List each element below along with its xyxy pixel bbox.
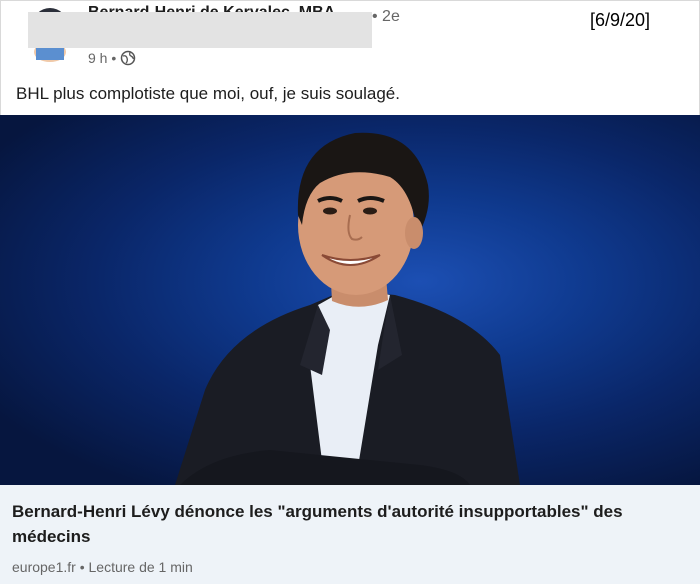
article-card[interactable]: Bernard-Henri Lévy dénonce les "argument… [0,485,700,584]
post-text: BHL plus complotiste que moi, ouf, je su… [16,84,400,103]
post-meta: 9 h • [88,50,136,66]
connection-degree: • 2e [372,8,400,25]
date-stamp: [6/9/20] [590,10,651,30]
globe-icon [120,50,136,66]
time-ago: 9 h • [88,50,117,66]
article-source: europe1.fr • Lecture de 1 min [12,559,193,575]
article-title[interactable]: Bernard-Henri Lévy dénonce les "argument… [12,499,672,549]
article-image[interactable] [0,115,700,485]
redaction-bar [28,12,372,48]
